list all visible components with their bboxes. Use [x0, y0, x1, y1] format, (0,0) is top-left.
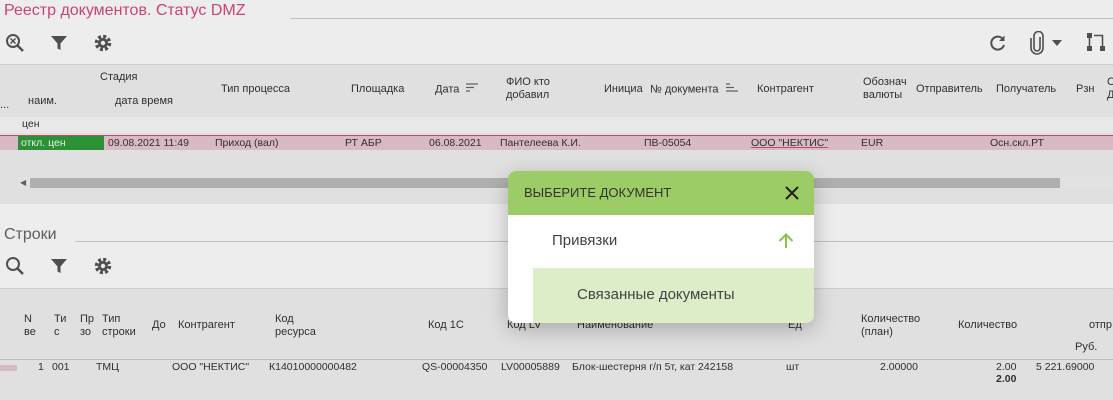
arrow-up-icon[interactable]: [776, 231, 796, 251]
dialog-item-bindings[interactable]: Привязки: [508, 215, 814, 268]
select-document-dialog: ВЫБЕРИТЕ ДОКУМЕНТ Привязки Связанные док…: [508, 171, 814, 323]
dialog-item-label: Связанные документы: [577, 286, 735, 303]
dialog-header: ВЫБЕРИТЕ ДОКУМЕНТ: [508, 171, 814, 215]
dialog-item-related-documents[interactable]: Связанные документы: [533, 268, 814, 323]
dialog-title: ВЫБЕРИТЕ ДОКУМЕНТ: [524, 185, 672, 200]
close-icon[interactable]: [780, 181, 804, 205]
dialog-item-label: Привязки: [552, 232, 618, 249]
